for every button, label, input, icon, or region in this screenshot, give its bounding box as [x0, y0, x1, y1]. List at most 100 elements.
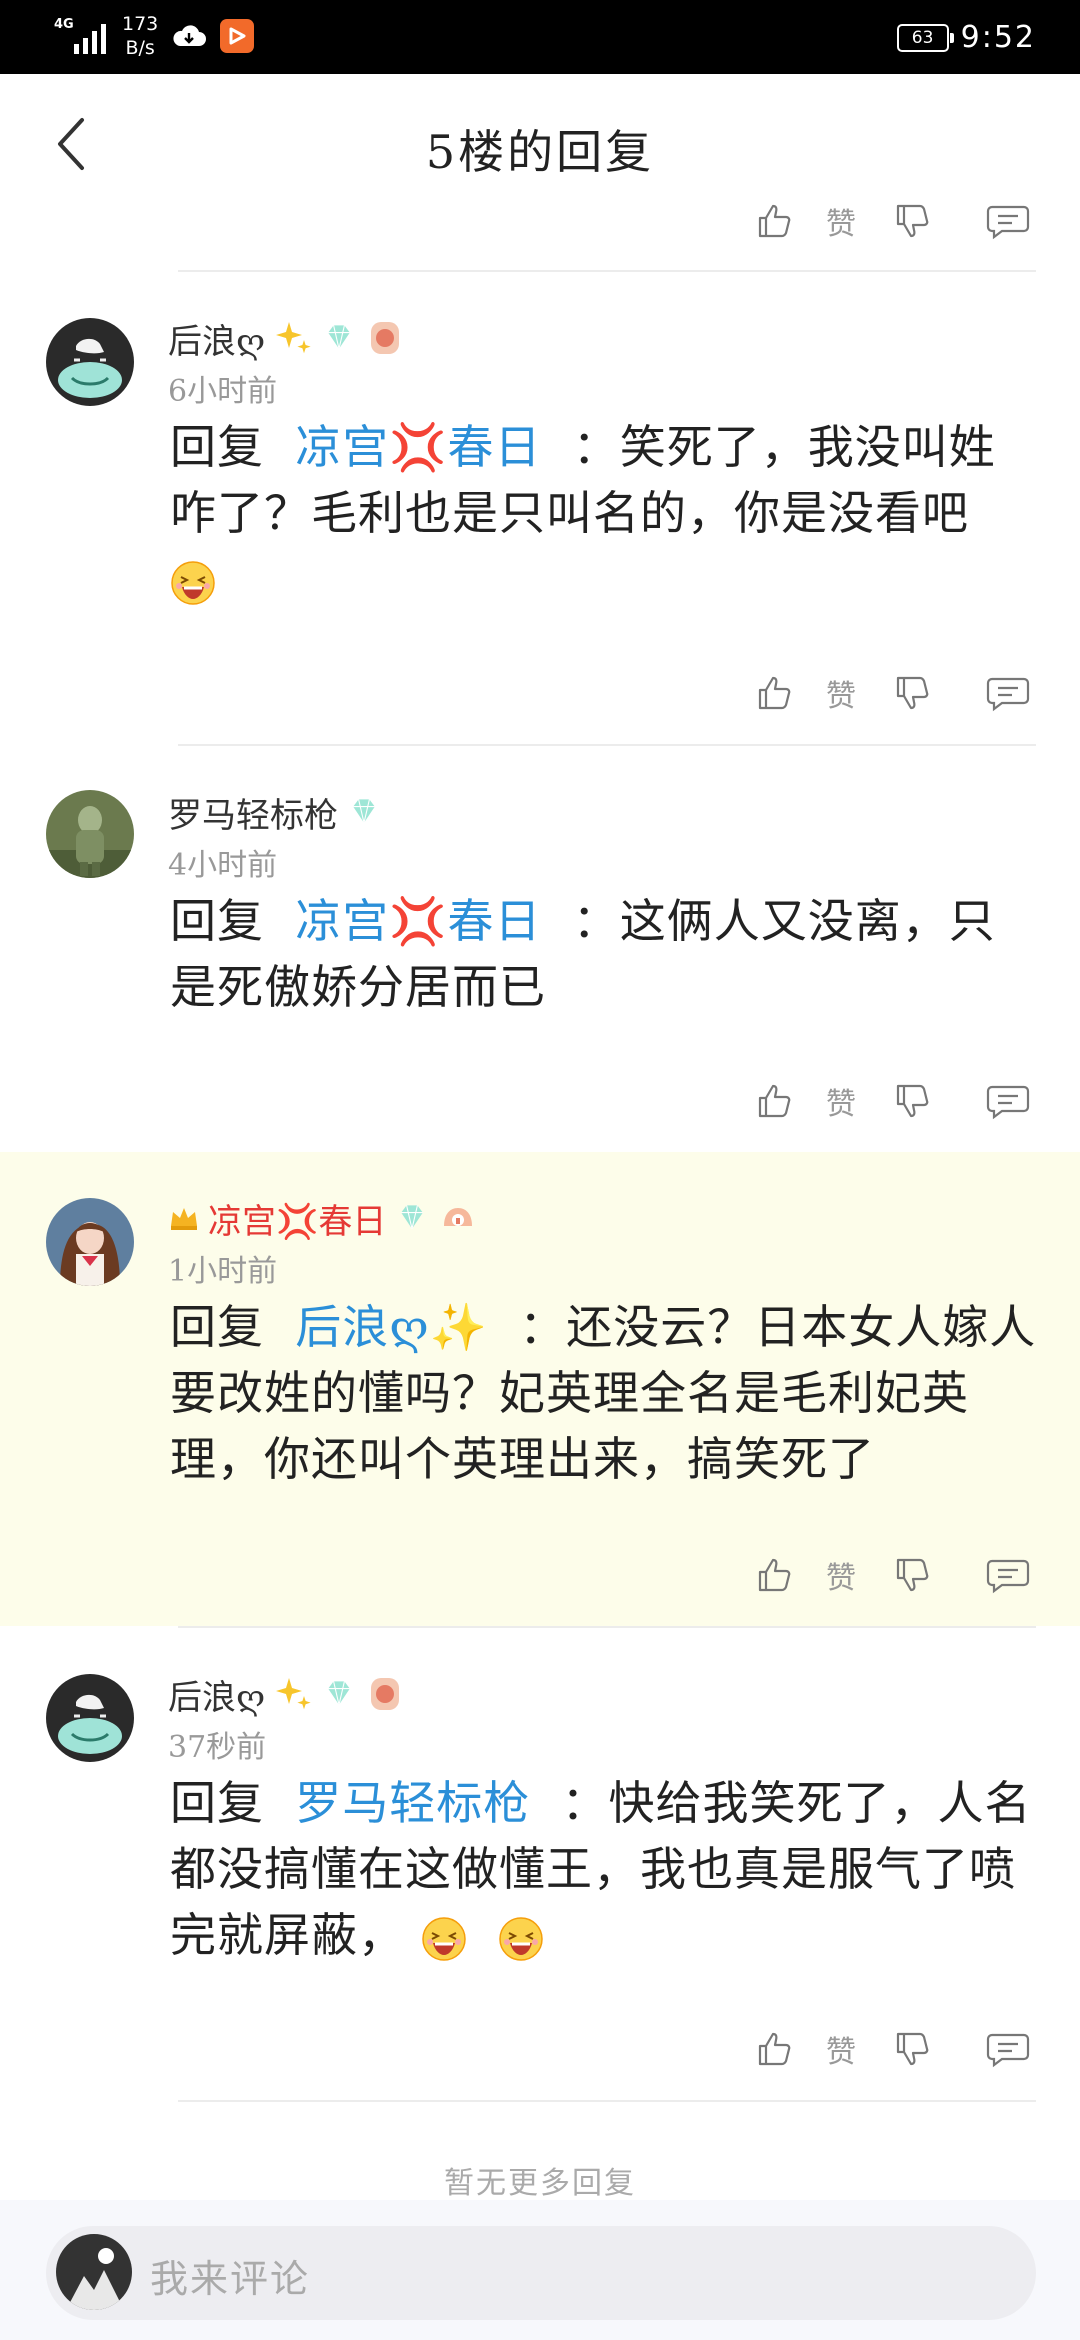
reply-button[interactable]	[986, 1076, 1030, 1126]
thumbs-up-icon	[754, 1555, 794, 1595]
laugh-emoji-icon	[421, 1916, 467, 1962]
diamond-badge-icon	[346, 794, 382, 830]
dislike-button[interactable]	[892, 2024, 932, 2074]
comment-input[interactable]: 我来评论	[46, 2226, 1036, 2320]
sparkle-icon	[273, 1674, 313, 1714]
thumbs-down-icon	[892, 201, 932, 241]
laugh-emoji-icon	[498, 1916, 544, 1962]
thumbs-up-icon	[754, 2029, 794, 2069]
thumbs-up-icon	[754, 201, 794, 241]
diamond-badge-icon	[394, 1200, 430, 1236]
divider	[178, 2100, 1036, 2102]
page-title: 5楼的回复	[425, 125, 655, 179]
status-bar: 4G 173 B/s 63 9:52	[0, 0, 1080, 74]
speed-value: 173	[122, 13, 159, 35]
username-row: 后浪ღ	[168, 314, 405, 363]
dislike-button[interactable]	[892, 668, 932, 718]
reply-text: ：笑死了，我没叫姓咋了？毛利也是只叫名的，你是没看吧	[170, 420, 996, 540]
like-button[interactable]	[754, 196, 794, 246]
post-time: 4小时前	[168, 848, 278, 883]
reply-content: 回复 罗马轻标枪 ：快给我笑死了，人名都没搞懂在这做懂王，我也真是服气了喷完就屏…	[170, 1770, 1040, 1968]
header: 5楼的回复	[0, 74, 1080, 216]
reply-content: 回复 凉宫💢春日 ：这俩人又没离，只是死傲娇分居而已	[170, 888, 1040, 1020]
reply-to-user-link[interactable]: 凉宫💢春日	[295, 420, 541, 474]
like-button[interactable]	[754, 2024, 794, 2074]
battery-indicator: 63	[896, 23, 954, 52]
reply-item-highlighted: 凉宫💢春日 1小时前 回复 后浪ღ✨ ：还没云？日本女人嫁人要改姓的懂吗？妃英理…	[0, 1152, 1080, 1626]
like-label: 赞	[826, 1561, 856, 1596]
username[interactable]: 后浪ღ	[168, 1670, 265, 1719]
level-badge-icon	[371, 322, 400, 354]
laugh-emoji-icon	[170, 560, 216, 606]
post-time: 1小时前	[168, 1254, 278, 1289]
diamond-badge-icon	[321, 320, 357, 356]
level-badge-icon	[371, 1678, 400, 1710]
reply-to-user-link[interactable]: 凉宫💢春日	[295, 894, 541, 948]
post-time: 37秒前	[168, 1730, 267, 1765]
thumbs-down-icon	[892, 1081, 932, 1121]
reply-bubble-icon	[986, 1081, 1030, 1121]
reply-prefix: 回复	[170, 1300, 264, 1354]
clock: 9:52	[960, 20, 1036, 55]
reply-bubble-icon	[986, 201, 1030, 241]
reply-item: 后浪ღ 6小时前 回复 凉宫💢春日 ：笑死了，我没叫姓咋了？毛利也是只叫名的，你…	[0, 272, 1080, 744]
action-row: 赞	[0, 2024, 1080, 2094]
thumbs-down-icon	[892, 1555, 932, 1595]
reply-item: 罗马轻标枪 4小时前 回复 凉宫💢春日 ：这俩人又没离，只是死傲娇分居而已 赞	[0, 746, 1080, 1152]
username-row: 凉宫💢春日	[168, 1194, 478, 1243]
action-row: 赞	[0, 1076, 1080, 1146]
reply-content: 回复 后浪ღ✨ ：还没云？日本女人嫁人要改姓的懂吗？妃英理全名是毛利妃英理，你还…	[170, 1294, 1040, 1492]
reply-prefix: 回复	[170, 420, 264, 474]
thumbs-down-icon	[892, 673, 932, 713]
network-speed: 173 B/s	[122, 12, 158, 60]
like-button[interactable]	[754, 1550, 794, 1600]
action-row: 赞	[0, 668, 1080, 738]
comment-bar: 我来评论	[0, 2200, 1080, 2340]
thumbs-up-icon	[754, 1081, 794, 1121]
dislike-button[interactable]	[892, 1550, 932, 1600]
reply-bubble-icon	[986, 673, 1030, 713]
reply-button[interactable]	[986, 196, 1030, 246]
reply-bubble-icon	[986, 1555, 1030, 1595]
reply-button[interactable]	[986, 2024, 1030, 2074]
thumbs-up-icon	[754, 673, 794, 713]
video-app-icon	[220, 19, 255, 53]
reply-button[interactable]	[986, 668, 1030, 718]
like-label: 赞	[826, 2035, 856, 2070]
reply-button[interactable]	[986, 1550, 1030, 1600]
avatar[interactable]	[46, 790, 134, 878]
level-badge-icon	[444, 1208, 473, 1226]
speed-unit: B/s	[125, 37, 155, 59]
reply-text: ：这俩人又没离，只是死傲娇分居而已	[170, 894, 996, 1014]
reply-bubble-icon	[986, 2029, 1030, 2069]
reply-content: 回复 凉宫💢春日 ：笑死了，我没叫姓咋了？毛利也是只叫名的，你是没看吧	[170, 414, 1040, 612]
dislike-button[interactable]	[892, 196, 932, 246]
action-row: 赞	[0, 1550, 1080, 1620]
reply-item: 后浪ღ 37秒前 回复 罗马轻标枪 ：快给我笑死了，人名都没搞懂在这做懂王，我也…	[0, 1628, 1080, 2100]
reply-to-user-link[interactable]: 罗马轻标枪	[295, 1776, 530, 1830]
username-row: 后浪ღ	[168, 1670, 405, 1719]
dislike-button[interactable]	[892, 1076, 932, 1126]
username[interactable]: 凉宫💢春日	[208, 1194, 386, 1243]
diamond-badge-icon	[321, 1676, 357, 1712]
avatar[interactable]	[46, 1674, 134, 1762]
comment-placeholder: 我来评论	[150, 2257, 311, 2301]
no-more-replies: 暂无更多回复	[444, 2166, 636, 2201]
cloud-icon	[173, 25, 207, 46]
like-label: 赞	[826, 1087, 856, 1122]
thumbs-down-icon	[892, 2029, 932, 2069]
reply-to-user-link[interactable]: 后浪ღ✨	[295, 1300, 488, 1354]
avatar[interactable]	[46, 1198, 134, 1286]
username[interactable]: 罗马轻标枪	[168, 788, 338, 837]
username[interactable]: 后浪ღ	[168, 314, 265, 363]
like-button[interactable]	[754, 1076, 794, 1126]
reply-prefix: 回复	[170, 894, 264, 948]
like-button[interactable]	[754, 668, 794, 718]
crown-icon	[171, 1208, 197, 1230]
network-type: 4G	[54, 17, 74, 32]
my-avatar	[56, 2234, 132, 2310]
signal-icon: 4G	[52, 14, 108, 58]
action-row: 赞	[0, 196, 1080, 266]
avatar[interactable]	[46, 318, 134, 406]
reply-prefix: 回复	[170, 1776, 264, 1830]
